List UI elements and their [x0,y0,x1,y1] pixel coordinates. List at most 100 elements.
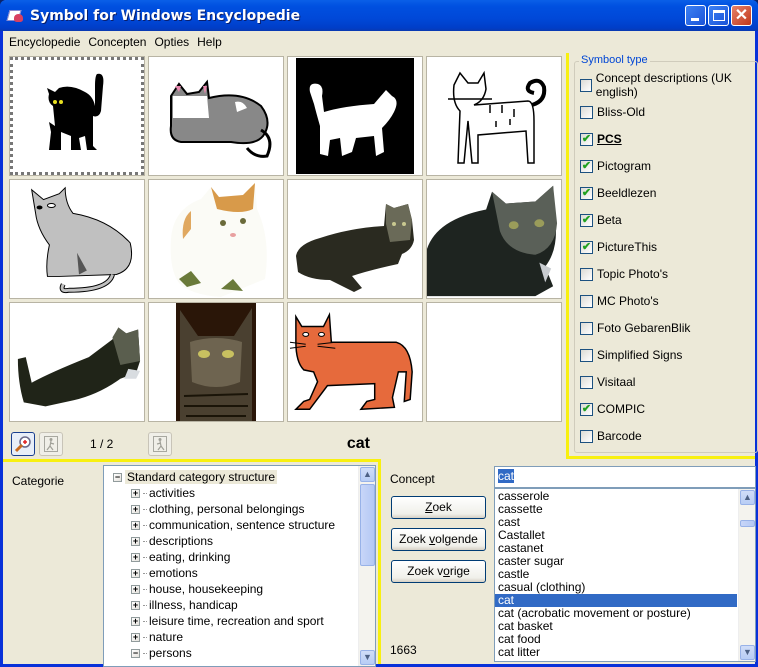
minimize-button[interactable] [685,5,706,26]
concept-list[interactable]: casserole cassette cast Castallet castanet ca… [494,488,756,662]
symbol-cell[interactable] [9,56,145,176]
symbol-type-option[interactable]: Concept descriptions (UK english) [580,71,757,99]
checkbox[interactable]: ✔ [580,159,593,173]
tree-item[interactable]: + leisure time, recreation and sport [131,613,324,629]
checkbox[interactable] [580,105,593,119]
concept-search-input[interactable]: cat [494,466,756,488]
scroll-down-button[interactable]: ▼ [360,650,375,665]
symbol-type-option[interactable]: MC Photo's [580,292,659,310]
expand-icon[interactable]: + [131,616,140,626]
concept-list-item[interactable]: caster sugar [495,555,737,568]
symbol-type-option[interactable]: ✔ Beeldlezen [580,184,656,202]
tree-item[interactable]: − persons [131,645,192,661]
symbol-cell[interactable] [148,56,284,176]
checkbox[interactable]: ✔ [580,240,593,254]
collapse-icon[interactable]: − [113,472,122,482]
symbol-cell[interactable] [9,179,145,299]
current-concept-title: cat [346,435,370,452]
scroll-up-button[interactable]: ▲ [360,467,375,482]
tree-item[interactable]: + emotions [131,565,198,581]
expand-icon[interactable]: + [131,552,140,562]
expand-icon[interactable]: + [131,504,140,514]
tree-item[interactable]: + communication, sentence structure [131,517,335,533]
category-scrollbar[interactable]: ▲ ▼ [358,466,375,666]
close-button[interactable]: ✕ [731,5,752,26]
tree-root-label: Standard category structure [125,470,278,484]
symbol-type-option[interactable]: Foto GebarenBlik [580,319,690,337]
symbol-cell[interactable] [426,56,562,176]
symbol-cell[interactable] [287,56,423,176]
maximize-button[interactable] [708,5,729,26]
concept-label: Concept [390,472,435,486]
tree-item[interactable]: + eating, drinking [131,549,230,565]
symbol-type-option[interactable]: Simplified Signs [580,346,682,364]
search-previous-button[interactable]: Zoek vorige [391,560,486,583]
checkbox[interactable] [580,294,593,308]
symbol-cell[interactable] [287,302,423,422]
concept-list-scrollbar[interactable]: ▲ ▼ [738,489,755,661]
checkbox[interactable] [580,78,592,92]
tree-item[interactable]: + activities [131,485,195,501]
expand-icon[interactable]: + [131,632,140,642]
checkbox-label: PCS [597,132,622,146]
menu-encyclopedie[interactable]: Encyclopedie [6,35,83,49]
expand-icon[interactable]: + [131,488,140,498]
zoom-button[interactable] [11,432,35,456]
symbol-type-option[interactable]: ✔ Pictogram [580,157,651,175]
scroll-thumb[interactable] [740,520,755,527]
symbol-type-option[interactable]: Topic Photo's [580,265,668,283]
checkbox[interactable] [580,348,593,362]
tree-item[interactable]: + house, housekeeping [131,581,263,597]
checkbox[interactable]: ✔ [580,186,593,200]
symbol-type-option[interactable]: ✔ PCS [580,130,622,148]
checkbox[interactable] [580,267,593,281]
previous-page-button[interactable] [39,432,63,456]
expand-icon[interactable]: + [131,568,140,578]
symbol-cell[interactable] [148,179,284,299]
category-tree[interactable]: − Standard category structure + activitie… [103,465,376,667]
tree-connector [143,652,147,654]
title-bar[interactable]: Symbol for Windows Encyclopedie ✕ [0,0,758,31]
cat-photo-tabby-lying-2 [17,327,141,407]
search-next-button[interactable]: Zoek volgende [391,528,486,551]
checkbox[interactable]: ✔ [580,402,593,416]
expand-icon[interactable]: + [131,520,140,530]
collapse-icon[interactable]: − [131,648,140,658]
symbol-cell[interactable] [426,179,562,299]
symbol-cell-empty[interactable] [426,302,562,422]
scroll-thumb[interactable] [360,484,375,566]
concept-list-item[interactable]: casual (clothing) [495,581,737,594]
tree-root[interactable]: − Standard category structure [113,469,278,485]
menu-opties[interactable]: Opties [151,35,192,49]
symbol-cell[interactable] [287,179,423,299]
tree-item[interactable]: + nature [131,629,183,645]
next-page-button[interactable] [148,432,172,456]
symbol-type-option[interactable]: Barcode [580,427,642,445]
tree-item[interactable]: + illness, handicap [131,597,238,613]
checkbox[interactable]: ✔ [580,132,593,146]
concept-list-item[interactable]: cassette [495,503,737,516]
checkbox[interactable] [580,375,593,389]
symbol-cell[interactable] [9,302,145,422]
tree-connector [143,540,147,542]
tree-item[interactable]: + descriptions [131,533,213,549]
expand-icon[interactable]: + [131,536,140,546]
checkbox[interactable]: ✔ [580,213,593,227]
expand-icon[interactable]: + [131,584,140,594]
menu-help[interactable]: Help [194,35,225,49]
menu-concepten[interactable]: Concepten [85,35,149,49]
expand-icon[interactable]: + [131,600,140,610]
symbol-type-option[interactable]: Bliss-Old [580,103,645,121]
symbol-cell[interactable] [148,302,284,422]
search-button[interactable]: Zoek [391,496,486,519]
tree-item[interactable]: + clothing, personal belongings [131,501,304,517]
symbol-type-option[interactable]: ✔ Beta [580,211,622,229]
scroll-down-button[interactable]: ▼ [740,645,755,660]
symbol-type-option[interactable]: ✔ PictureThis [580,238,657,256]
checkbox[interactable] [580,429,593,443]
scroll-up-button[interactable]: ▲ [740,490,755,505]
checkbox[interactable] [580,321,593,335]
symbol-type-option[interactable]: Visitaal [580,373,635,391]
symbol-type-option[interactable]: ✔ COMPIC [580,400,645,418]
concept-list-item[interactable]: cat litter [495,646,737,659]
